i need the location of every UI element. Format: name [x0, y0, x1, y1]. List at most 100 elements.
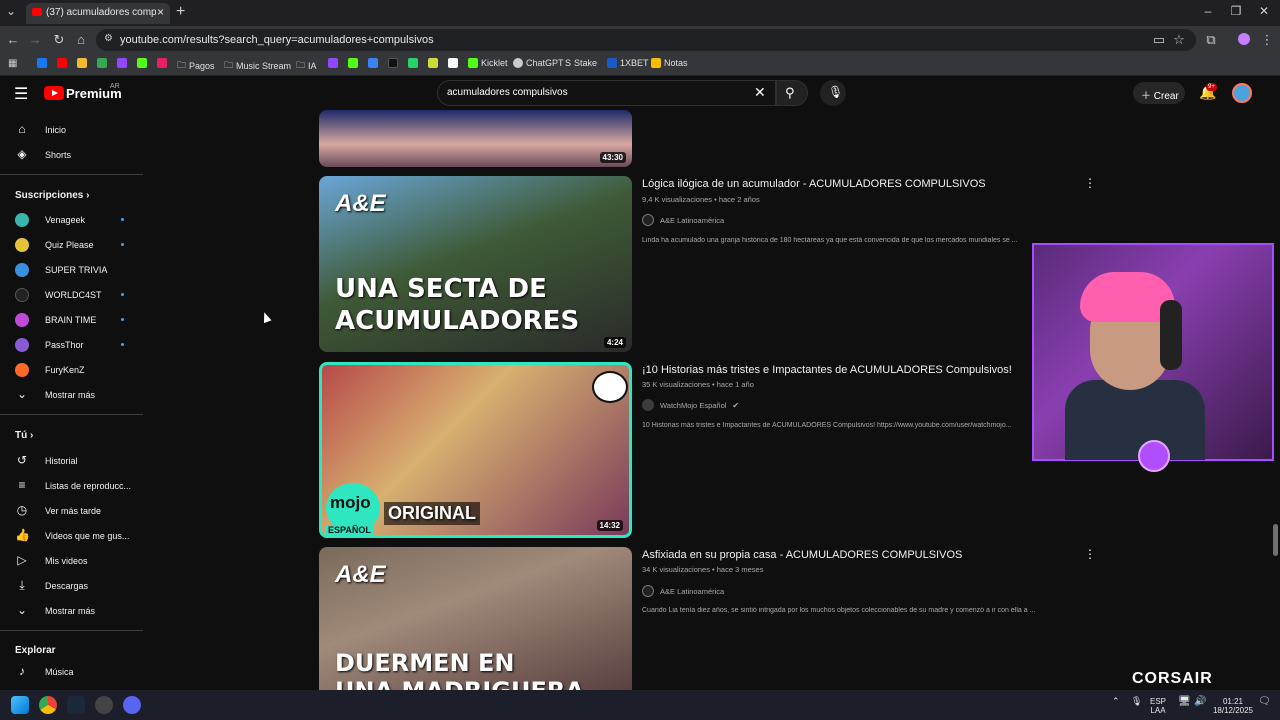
volume-icon[interactable]: 🔊 — [1194, 697, 1206, 707]
apps-grid-icon[interactable]: ▦ — [8, 58, 17, 69]
video-thumbnail[interactable]: A&E DUERMEN EN UNA MADRIGUERA — [319, 547, 632, 690]
discord-icon[interactable] — [123, 696, 141, 714]
kick-icon[interactable] — [348, 58, 358, 68]
reload-icon[interactable]: ↻ — [50, 32, 68, 48]
mic-tray-icon[interactable]: 🎙 — [1131, 697, 1142, 706]
video-thumbnail[interactable]: A&E UNA SECTA DE ACUMULADORES 4:24 — [319, 176, 632, 352]
kick-icon[interactable] — [137, 58, 147, 68]
channel-link[interactable]: A&E Latinoamérica — [642, 585, 724, 597]
tab-search-icon[interactable]: ⌄ — [6, 4, 16, 18]
cast-icon[interactable]: ▭ — [1150, 32, 1168, 48]
sidebar-item-music[interactable]: ♪ Música — [0, 660, 145, 684]
sidebar-sub-super-trivia[interactable]: SUPER TRIVIA — [0, 258, 145, 282]
subscriptions-heading[interactable]: Suscripciones › — [15, 190, 89, 201]
video-thumbnail[interactable]: mojo ESPAÑOL ORIGINAL 14:32 — [319, 362, 632, 538]
search-query-text[interactable]: acumuladores compulsivos — [447, 87, 568, 98]
browser-tab[interactable]: (37) acumuladores compulsivos × — [26, 3, 170, 24]
language-indicator[interactable]: ESP LAA — [1150, 697, 1166, 715]
meta-icon[interactable] — [368, 58, 378, 68]
more-options-icon[interactable]: ⋮ — [1084, 176, 1096, 190]
url-text[interactable]: youtube.com/results?search_query=acumula… — [120, 34, 434, 46]
twitch-icon[interactable] — [328, 58, 338, 68]
home-icon[interactable]: ⌂ — [72, 32, 90, 47]
download-icon: ⤓ — [19, 578, 25, 592]
sidebar-sub-brain-time[interactable]: BRAIN TIME — [0, 308, 145, 332]
microphone-icon: 🎙 — [828, 85, 844, 99]
sidebar-item-history[interactable]: ↺ Historial — [0, 449, 145, 473]
tab-close-icon[interactable]: × — [157, 5, 164, 19]
hamburger-menu-icon[interactable]: ☰ — [14, 84, 28, 104]
bookmark-ia[interactable]: 🗀 IA — [296, 58, 317, 74]
thumbnail-text: DUERMEN EN — [335, 649, 515, 677]
bookmark-app-icon[interactable] — [428, 58, 438, 68]
bookmark-notas[interactable]: Notas — [651, 58, 688, 68]
tray-overflow-icon[interactable]: ⌃ — [1112, 697, 1120, 706]
bookmark-chatgpt[interactable]: ChatGPT — [513, 58, 564, 68]
youtube-logo[interactable] — [44, 86, 64, 100]
whatsapp-icon[interactable] — [408, 58, 418, 68]
video-title[interactable]: ¡10 Historias más tristes e Impactantes … — [642, 364, 1012, 376]
close-window-icon[interactable]: ✕ — [1254, 4, 1274, 18]
drive-icon[interactable] — [97, 58, 107, 68]
search-button[interactable]: ⚲ — [776, 80, 808, 106]
twitch-icon[interactable] — [117, 58, 127, 68]
minimize-icon[interactable]: – — [1198, 4, 1218, 18]
clear-search-icon[interactable]: ✕ — [754, 84, 766, 101]
sidebar-sub-quiz-please[interactable]: Quiz Please — [0, 233, 145, 257]
video-title[interactable]: Lógica ilógica de un acumulador - ACUMUL… — [642, 178, 986, 190]
sidebar-item-shorts[interactable]: ◈ Shorts — [0, 143, 145, 167]
profile-avatar[interactable] — [1238, 33, 1250, 45]
create-button[interactable]: ＋ Crear — [1133, 82, 1185, 104]
back-icon[interactable]: ← — [4, 32, 22, 47]
sidebar-sub-venageek[interactable]: Venageek — [0, 208, 145, 232]
sidebar-sub-furykenz[interactable]: FuryKenZ — [0, 358, 145, 382]
more-options-icon[interactable]: ⋮ — [1084, 547, 1096, 561]
steam-icon[interactable] — [67, 696, 85, 714]
facebook-icon[interactable] — [37, 58, 47, 68]
video-thumbnail[interactable]: 43:30 — [319, 110, 632, 167]
sidebar-item-playlists[interactable]: ≡ Listas de reproducc... — [0, 474, 145, 498]
sidebar-item-home[interactable]: ⌂ Inicio — [0, 118, 145, 142]
headphones-icon — [1160, 300, 1182, 370]
app-icon[interactable] — [95, 696, 113, 714]
clock[interactable]: 01:21 18/12/2025 — [1210, 697, 1256, 715]
site-info-icon[interactable]: ⚙ — [104, 33, 113, 44]
sidebar-item-show-more[interactable]: ⌄ Mostrar más — [0, 599, 145, 623]
notification-center-icon[interactable]: 🗨 — [1258, 697, 1271, 707]
chrome-icon[interactable] — [39, 696, 57, 714]
sidebar-item-watch-later[interactable]: ◷ Ver más tarde — [0, 499, 145, 523]
sidebar-item-my-videos[interactable]: ▷ Mis videos — [0, 549, 145, 573]
bookmark-1xbet[interactable]: 1XBET — [607, 58, 649, 68]
network-icon[interactable]: 🖥 — [1178, 697, 1191, 707]
new-tab-icon[interactable]: + — [176, 3, 185, 21]
scrollbar-thumb[interactable] — [1273, 524, 1278, 556]
sidebar-sub-passthor[interactable]: PassThor — [0, 333, 145, 357]
video-description: Linda ha acumulado una granja histórica … — [642, 237, 1018, 244]
you-heading[interactable]: Tú › — [15, 430, 33, 441]
sidebar-item-downloads[interactable]: ⤓ Descargas — [0, 574, 145, 598]
sidebar-show-more-subs[interactable]: ⌄ Mostrar más — [0, 383, 145, 407]
channel-link[interactable]: A&E Latinoamérica — [642, 214, 724, 226]
bookmark-pagos[interactable]: 🗀 Pagos — [177, 58, 215, 74]
bookmark-app-icon[interactable] — [448, 58, 458, 68]
forward-icon[interactable]: → — [26, 32, 44, 47]
bookmark-music-stream[interactable]: 🗀 Music Stream — [224, 58, 291, 74]
restore-icon[interactable]: ❐ — [1226, 4, 1246, 18]
bookmark-app-icon[interactable] — [157, 58, 167, 68]
bookmark-stake[interactable]: S Stake — [565, 58, 597, 68]
bookmark-star-icon[interactable]: ☆ — [1170, 32, 1188, 48]
voice-search-button[interactable]: 🎙 — [820, 80, 846, 106]
youtube-icon[interactable] — [57, 58, 67, 68]
tiktok-icon[interactable] — [388, 58, 398, 68]
windows-start-icon[interactable] — [11, 696, 29, 714]
browser-menu-icon[interactable]: ⋮ — [1258, 32, 1276, 48]
binance-icon[interactable] — [77, 58, 87, 68]
bookmark-kicklet[interactable]: Kicklet — [468, 58, 508, 68]
extensions-icon[interactable]: ⧉ — [1202, 32, 1220, 48]
sidebar-sub-worldc4st[interactable]: WORLDC4ST — [0, 283, 145, 307]
avatar — [642, 399, 654, 411]
channel-link[interactable]: WatchMojo Español ✔ — [642, 399, 739, 411]
video-title[interactable]: Asfixiada en su propia casa - ACUMULADOR… — [642, 549, 962, 561]
account-avatar[interactable] — [1232, 83, 1252, 103]
sidebar-item-liked[interactable]: 👍 Videos que me gus... — [0, 524, 145, 548]
